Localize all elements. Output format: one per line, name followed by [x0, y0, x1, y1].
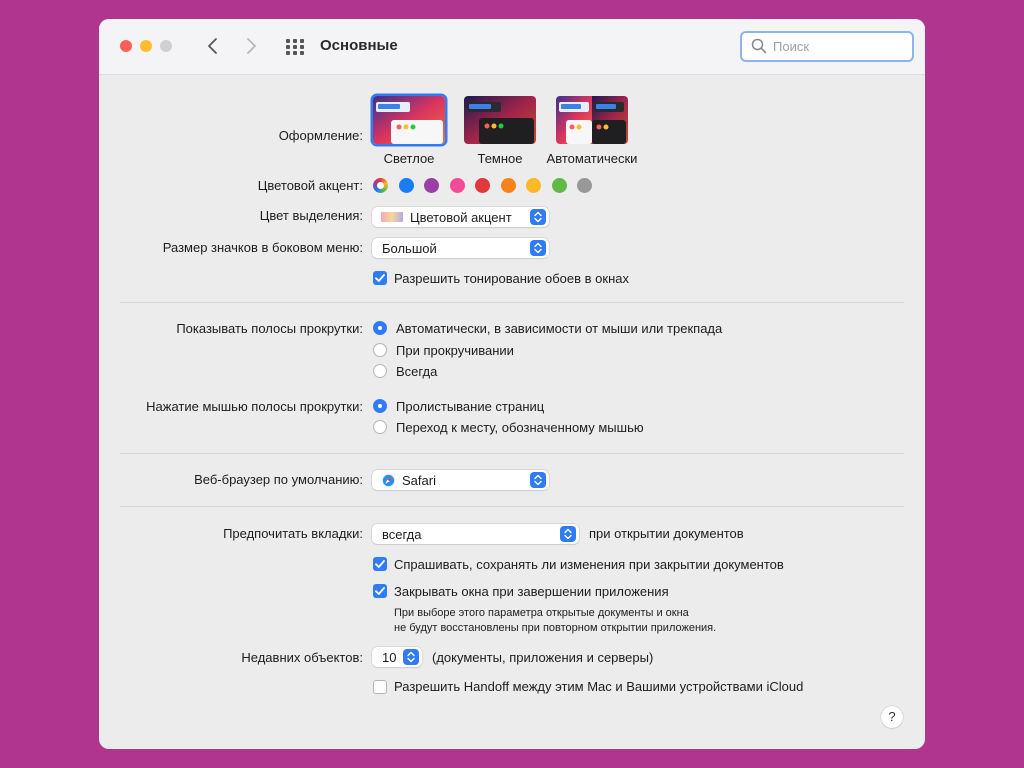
appearance-light-option[interactable] — [373, 96, 445, 144]
wallpaper-tinting-checkbox[interactable] — [373, 271, 387, 285]
tabs-label: Предпочитать вкладки: — [223, 526, 363, 541]
ask-save-label: Спрашивать, сохранять ли изменения при з… — [394, 557, 784, 572]
browser-label: Веб-браузер по умолчанию: — [194, 472, 363, 487]
scrollbars-auto-label: Автоматически, в зависимости от мыши или… — [396, 321, 723, 336]
scrollbars-scrolling-radio[interactable] — [373, 343, 387, 357]
divider — [120, 453, 904, 454]
scroll-click-spot-label: Переход к месту, обозначенному мышью — [396, 420, 644, 435]
recent-label: Недавних объектов: — [241, 650, 363, 665]
preferences-window: Основные Поиск Оформление: Светлое Темно… — [99, 19, 925, 749]
accent-pink-swatch[interactable] — [450, 178, 465, 193]
close-windows-checkbox[interactable] — [373, 584, 387, 598]
appearance-dark-option[interactable] — [464, 96, 536, 144]
popup-arrows-icon — [530, 472, 546, 488]
tabs-suffix: при открытии документов — [589, 526, 744, 541]
window-title: Основные — [320, 37, 398, 54]
recent-value: 10 — [382, 650, 397, 665]
scroll-click-page-label: Пролистывание страниц — [396, 399, 545, 414]
close-windows-note-1: При выборе этого параметра открытые доку… — [394, 607, 689, 619]
highlight-swatch-icon — [381, 212, 403, 222]
browser-popup[interactable]: Safari — [372, 470, 549, 490]
wallpaper-tinting-label: Разрешить тонирование обоев в окнах — [394, 271, 629, 286]
tabs-popup[interactable]: всегда — [372, 524, 579, 544]
scroll-click-label: Нажатие мышью полосы прокрутки: — [146, 399, 363, 414]
search-field[interactable]: Поиск — [740, 31, 914, 62]
scrollbars-label: Показывать полосы прокрутки: — [176, 321, 363, 336]
forward-chevron-icon[interactable] — [241, 36, 261, 56]
highlight-popup[interactable]: Цветовой акцент — [372, 207, 549, 227]
highlight-label: Цвет выделения: — [259, 208, 363, 223]
ask-save-checkbox[interactable] — [373, 557, 387, 571]
sidebar-size-popup[interactable]: Большой — [372, 238, 549, 258]
sidebar-size-label: Размер значков в боковом меню: — [162, 240, 363, 255]
handoff-label: Разрешить Handoff между этим Mac и Вашим… — [394, 679, 804, 694]
show-all-grid-icon[interactable] — [286, 39, 304, 55]
popup-arrows-icon — [530, 240, 546, 256]
divider — [120, 506, 904, 507]
tabs-value: всегда — [382, 527, 422, 542]
appearance-auto-label: Автоматически — [546, 151, 638, 166]
popup-arrows-icon — [403, 649, 419, 665]
accent-graphite-swatch[interactable] — [577, 178, 592, 193]
popup-arrows-icon — [560, 526, 576, 542]
highlight-value: Цветовой акцент — [410, 210, 512, 225]
appearance-label: Оформление: — [278, 128, 363, 143]
appearance-dark-label: Темное — [477, 151, 523, 166]
accent-yellow-swatch[interactable] — [526, 178, 541, 193]
popup-arrows-icon — [530, 209, 546, 225]
accent-red-swatch[interactable] — [475, 178, 490, 193]
search-placeholder: Поиск — [773, 39, 810, 54]
appearance-auto-option[interactable] — [556, 96, 628, 144]
close-windows-label: Закрывать окна при завершении приложения — [394, 584, 669, 599]
search-icon — [751, 38, 767, 57]
recent-count-popup[interactable]: 10 — [372, 647, 422, 667]
accent-multicolor-swatch[interactable] — [373, 178, 388, 193]
scrollbars-scrolling-label: При прокручивании — [396, 343, 514, 358]
accent-blue-swatch[interactable] — [399, 178, 414, 193]
handoff-checkbox[interactable] — [373, 680, 387, 694]
minimize-window-button[interactable] — [140, 40, 152, 52]
back-chevron-icon[interactable] — [203, 36, 223, 56]
titlebar: Основные Поиск — [99, 19, 925, 75]
scrollbars-always-label: Всегда — [396, 364, 438, 379]
accent-green-swatch[interactable] — [552, 178, 567, 193]
close-window-button[interactable] — [120, 40, 132, 52]
safari-compass-icon — [382, 474, 395, 490]
scrollbars-auto-radio[interactable] — [373, 321, 387, 335]
accent-label: Цветовой акцент: — [257, 178, 363, 193]
scrollbars-always-radio[interactable] — [373, 364, 387, 378]
scroll-click-page-radio[interactable] — [373, 399, 387, 413]
sidebar-size-value: Большой — [382, 241, 437, 256]
appearance-light-label: Светлое — [383, 151, 435, 166]
help-button[interactable]: ? — [881, 706, 903, 728]
zoom-window-button[interactable] — [160, 40, 172, 52]
close-windows-note-2: не будут восстановлены при повторном отк… — [394, 622, 717, 634]
scroll-click-spot-radio[interactable] — [373, 420, 387, 434]
recent-suffix: (документы, приложения и серверы) — [432, 650, 654, 665]
browser-value: Safari — [402, 473, 436, 488]
accent-orange-swatch[interactable] — [501, 178, 516, 193]
divider — [120, 302, 904, 303]
accent-purple-swatch[interactable] — [424, 178, 439, 193]
